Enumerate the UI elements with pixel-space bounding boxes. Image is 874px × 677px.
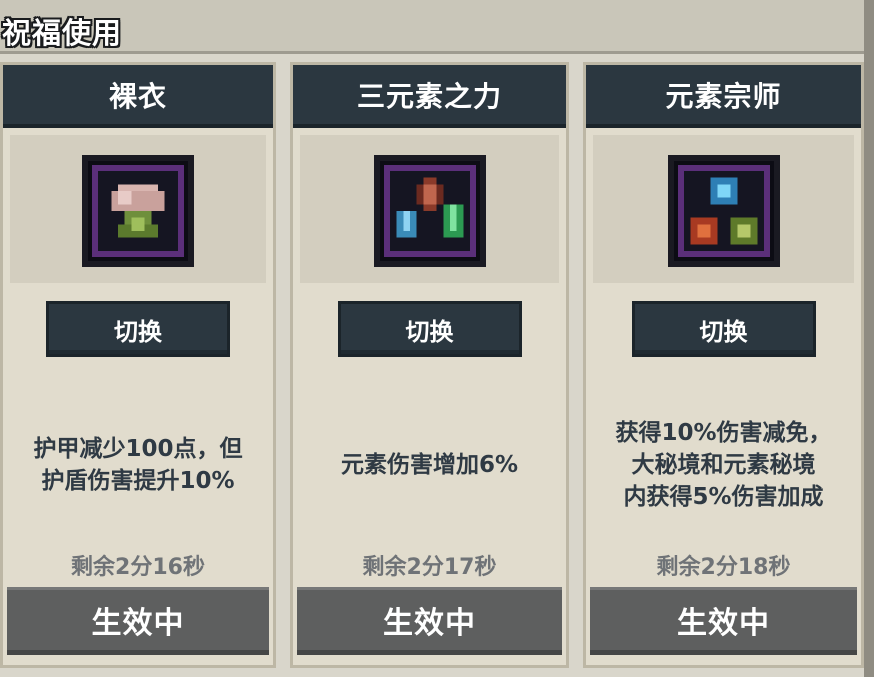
icon-panel — [593, 135, 854, 283]
icon-panel — [10, 135, 266, 283]
switch-button[interactable]: 切换 — [46, 301, 230, 357]
switch-label: 切换 — [699, 317, 748, 346]
switch-label: 切换 — [114, 317, 162, 346]
status-label: 生效中 — [383, 606, 476, 641]
description-text: 护甲减少100点，但 护盾伤害提升10% — [33, 436, 243, 494]
element-master-icon — [667, 155, 780, 267]
naked-cloth-icon — [82, 155, 194, 267]
status-label: 生效中 — [677, 606, 770, 641]
description-text: 获得10%伤害减免， 大秘境和元素秘境 内获得5%伤害加成 — [615, 420, 832, 510]
description-text: 元素伤害增加6% — [340, 452, 519, 478]
card-description: 护甲减少100点，但 护盾伤害提升10% — [7, 385, 269, 545]
blessing-card-element-master: 元素宗师 切换 获得10%伤害减免， 大秘境和元素秘境 内获得5%伤害加成 剩余… — [583, 62, 864, 668]
switch-button[interactable]: 切换 — [631, 301, 816, 357]
remaining-time: 剩余2分18秒 — [656, 555, 791, 580]
remaining-time: 剩余2分17秒 — [362, 555, 497, 580]
card-header: 三元素之力 — [293, 65, 566, 128]
remaining-time: 剩余2分16秒 — [71, 555, 205, 580]
icon-panel — [300, 135, 559, 283]
blessing-card-naked: 裸衣 切换 护甲减少100点，但 护盾伤害提升10% 剩余2分16秒 生效中 — [0, 62, 276, 668]
blessing-card-three-elements: 三元素之力 切换 元素伤害增加6% 剩余2分17秒 生效中 — [290, 62, 569, 668]
card-title: 三元素之力 — [356, 79, 502, 113]
card-header: 裸衣 — [3, 65, 273, 128]
card-description: 元素伤害增加6% — [297, 385, 562, 545]
panel-title: 祝福使用 — [2, 16, 123, 50]
card-description: 获得10%伤害减免， 大秘境和元素秘境 内获得5%伤害加成 — [590, 385, 857, 545]
panel-title-bar: 祝福使用 — [0, 0, 864, 54]
three-elements-icon — [373, 155, 486, 267]
switch-button[interactable]: 切换 — [337, 301, 522, 357]
status-button[interactable]: 生效中 — [7, 587, 269, 655]
card-header: 元素宗师 — [586, 65, 861, 128]
right-frame-border — [864, 0, 874, 677]
status-label: 生效中 — [91, 606, 185, 641]
switch-label: 切换 — [405, 317, 454, 346]
status-button[interactable]: 生效中 — [297, 587, 562, 655]
card-title: 元素宗师 — [665, 79, 782, 113]
status-button[interactable]: 生效中 — [590, 587, 857, 655]
card-title: 裸衣 — [108, 79, 167, 113]
